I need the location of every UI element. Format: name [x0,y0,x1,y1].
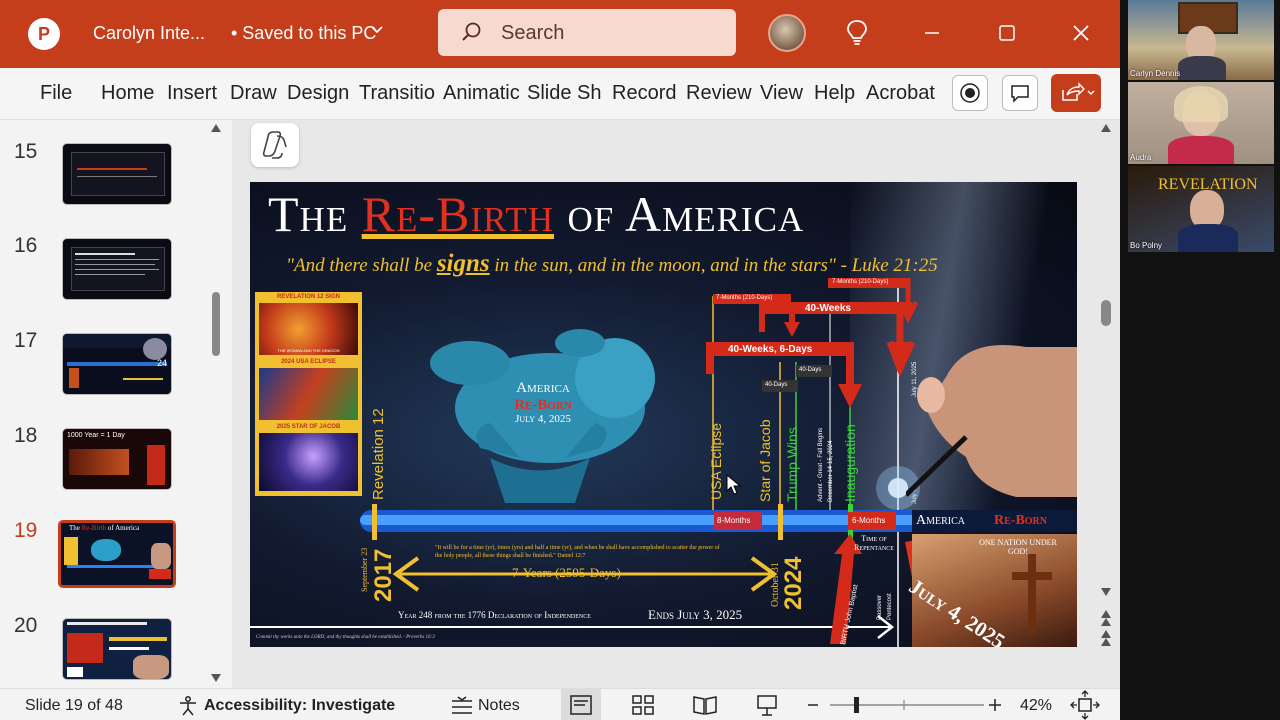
days40-label-b: 40-Days [799,367,822,373]
avatar[interactable] [768,14,806,52]
maximize-button[interactable] [992,18,1022,48]
accessibility-status[interactable]: Accessibility: Investigate [204,697,395,715]
months7-label-b: 7-Months (210-Days) [832,279,889,285]
lightbulb-icon[interactable] [845,19,869,47]
zoom-level[interactable]: 42% [1020,697,1052,715]
date-sept-label: September 23 [360,547,369,592]
normal-view-button[interactable] [561,689,601,720]
mouse-cursor-icon [726,473,742,501]
participant-name: Bo Polny [1130,241,1163,250]
slide-sorter-button[interactable] [626,689,660,720]
powerpoint-window: P Carolyn Inte... • Saved to this PC Sea… [0,0,1120,720]
months7-label-a: 7-Months (210-Days) [716,295,773,301]
slide-counter: Slide 19 of 48 [25,697,123,714]
thumbnail-scrollbar[interactable] [205,120,227,688]
slide-thumbnail-20[interactable] [62,618,172,680]
reading-view-button[interactable] [688,689,722,720]
year-2024-label: 2024 [780,556,807,610]
slide-thumbnail-pane: 15 16 17 24 18 1000 Year = 1 Day 19 The … [0,120,232,688]
slide-thumbnail-17[interactable]: 24 [62,333,172,395]
tab-insert[interactable]: Insert [167,82,217,105]
tab-animations[interactable]: Animatic [443,82,522,105]
title-bar: P Carolyn Inte... • Saved to this PC Sea… [0,0,1120,68]
slide-number: 15 [14,140,38,163]
tab-help[interactable]: Help [814,82,855,105]
search-placeholder: Search [501,22,565,44]
zoom-in-button[interactable] [985,689,1005,720]
tab-design[interactable]: Design [287,82,349,105]
slide-number-selected: 19 [14,519,38,542]
tab-transitions[interactable]: Transitio [359,82,437,105]
tab-slideshow[interactable]: Slide Sh [527,82,605,105]
close-button[interactable] [1066,18,1096,48]
tab-view[interactable]: View [760,82,803,105]
months6-label: 6-Months [852,516,886,525]
weeks40-6days-label: 40-Weeks, 6-Days [728,344,813,355]
ribbon-tabs: File Home Insert Draw Design Transitio A… [0,68,1120,120]
repentance-label: Time of Repentance [854,534,894,552]
canvas-scrollbar[interactable] [1095,120,1117,688]
tab-acrobat[interactable]: Acrobat [866,82,935,105]
record-button[interactable] [952,75,988,111]
tab-home[interactable]: Home [101,82,154,105]
current-slide[interactable]: The Re-Birth of America "And there shall… [250,182,1077,647]
participant-tile[interactable]: Carlyn Dennis [1128,0,1274,80]
participant-tile[interactable]: Audra [1128,82,1274,164]
pentecost-label: Pentecost [887,593,893,620]
notes-icon[interactable] [450,695,474,720]
participant-tile[interactable]: REVELATION Bo Polny [1128,166,1274,252]
slide-thumbnail-16[interactable] [62,238,172,300]
slide-number: 16 [14,234,38,257]
tab-review[interactable]: Review [686,82,752,105]
minimize-button[interactable] [917,18,947,48]
ends-label: Ends July 3, 2025 [648,607,743,622]
tab-file[interactable]: File [40,82,72,105]
proverbs-quote: Commit thy works unto the LORD, and thy … [256,635,435,640]
year248-label: Year 248 from the 1776 Declaration of In… [398,610,591,620]
accessibility-icon[interactable] [177,695,199,720]
year-2017-label: 2017 [370,548,397,602]
slide-thumbnail-19[interactable]: The Re-Birth of America [58,520,176,588]
slide-thumbnail-15[interactable] [62,143,172,205]
hand-image [904,317,1077,502]
daniel-quote: "It will be for a time (yr), times (yrs)… [435,545,720,559]
slide-thumbnail-18[interactable]: 1000 Year = 1 Day [62,428,172,490]
days40-label-a: 40-Days [765,382,788,388]
fit-to-window-icon[interactable] [1070,689,1100,720]
document-title[interactable]: Carolyn Inte... [93,23,205,44]
video-call-panel: Carlyn Dennis Audra REVELATION Bo Polny [1120,0,1280,720]
slide-number: 20 [14,614,38,637]
months8-label: 8-Months [717,516,751,525]
america-reborn-box: America Re-Born [912,510,1077,532]
seven-years-label: 7-Years (2595-Days) [512,565,621,580]
search-input[interactable]: Search [438,9,736,56]
slideshow-button[interactable] [750,689,784,720]
tab-draw[interactable]: Draw [230,82,277,105]
slide-number: 18 [14,424,38,447]
participant-name: Audra [1130,153,1152,162]
slide-number: 17 [14,329,38,352]
weeks40-label: 40-Weeks [805,303,851,314]
passover-label: Passover [877,594,883,620]
search-icon [460,21,482,43]
tab-record[interactable]: Record [612,82,676,105]
zoom-slider[interactable] [804,689,994,720]
comments-button[interactable] [1002,75,1038,111]
share-button[interactable] [1051,74,1101,112]
powerpoint-logo-icon[interactable]: P [28,18,60,50]
notes-button[interactable]: Notes [478,697,520,715]
chevron-down-icon[interactable] [370,23,384,40]
status-bar: Slide 19 of 48 Accessibility: Investigat… [0,688,1120,720]
slide-canvas: The Re-Birth of America "And there shall… [232,120,1120,688]
participant-name: Carlyn Dennis [1130,69,1181,78]
save-status[interactable]: • Saved to this PC [231,23,376,44]
copilot-icon[interactable] [251,123,299,167]
